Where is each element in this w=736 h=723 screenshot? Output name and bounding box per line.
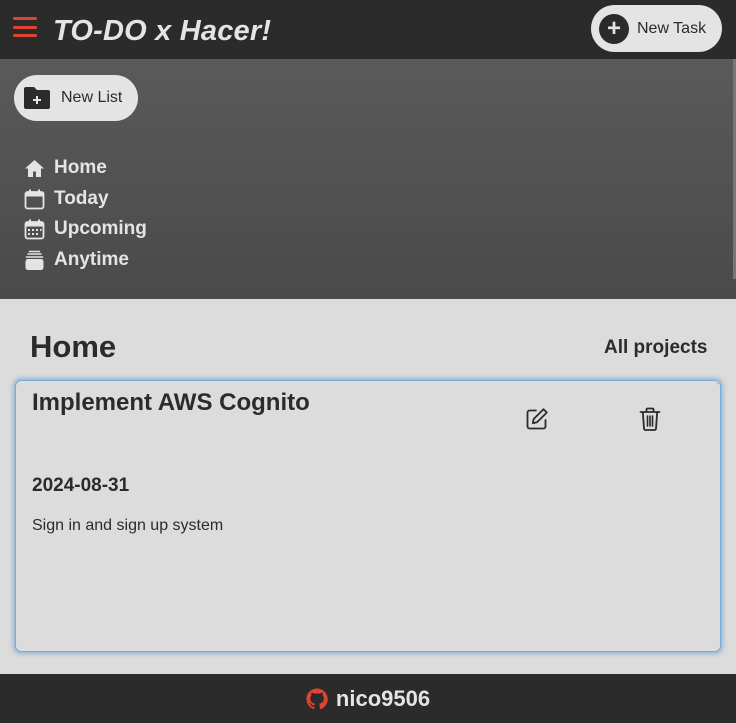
footer: nico9506 <box>0 674 736 723</box>
sidebar-item-home[interactable]: Home <box>24 156 107 180</box>
edit-icon[interactable] <box>525 407 549 431</box>
github-profile-link[interactable]: nico9506 <box>306 686 430 712</box>
sidebar: New List Home Today Upcoming Anytime <box>0 59 736 299</box>
all-projects-filter[interactable]: All projects <box>604 337 707 359</box>
sidebar-item-upcoming[interactable]: Upcoming <box>24 217 147 241</box>
new-list-label: New List <box>61 89 123 106</box>
github-icon <box>306 687 328 709</box>
sidebar-item-label: Upcoming <box>54 218 147 239</box>
task-due-date: 2024-08-31 <box>32 475 130 496</box>
calendar-grid-icon <box>24 219 45 239</box>
new-task-label: New Task <box>637 19 707 37</box>
resize-handle[interactable] <box>717 380 721 384</box>
stack-icon <box>25 250 44 270</box>
folder-add-icon <box>24 87 50 109</box>
home-icon <box>25 159 44 177</box>
calendar-icon <box>24 189 45 209</box>
page-title: Home <box>30 329 117 364</box>
app-title: TO-DO x Hacer! <box>53 15 272 47</box>
sidebar-item-today[interactable]: Today <box>24 187 109 211</box>
new-task-button[interactable]: + New Task <box>591 5 722 52</box>
trash-icon[interactable] <box>639 407 661 431</box>
github-username: nico9506 <box>335 685 431 711</box>
plus-circle-icon: + <box>599 13 629 44</box>
new-list-button[interactable]: New List <box>14 75 138 121</box>
task-card[interactable]: Implement AWS Cognito 2024-08-31 Sign in… <box>15 380 721 652</box>
top-bar: TO-DO x Hacer! + New Task <box>0 0 736 59</box>
task-description: Sign in and sign up system <box>32 517 224 534</box>
sidebar-item-label: Anytime <box>54 249 129 270</box>
sidebar-item-anytime[interactable]: Anytime <box>24 248 129 272</box>
hamburger-menu-icon[interactable] <box>13 17 37 39</box>
sidebar-item-label: Home <box>54 157 107 178</box>
task-title: Implement AWS Cognito <box>32 389 310 416</box>
sidebar-item-label: Today <box>54 188 109 209</box>
